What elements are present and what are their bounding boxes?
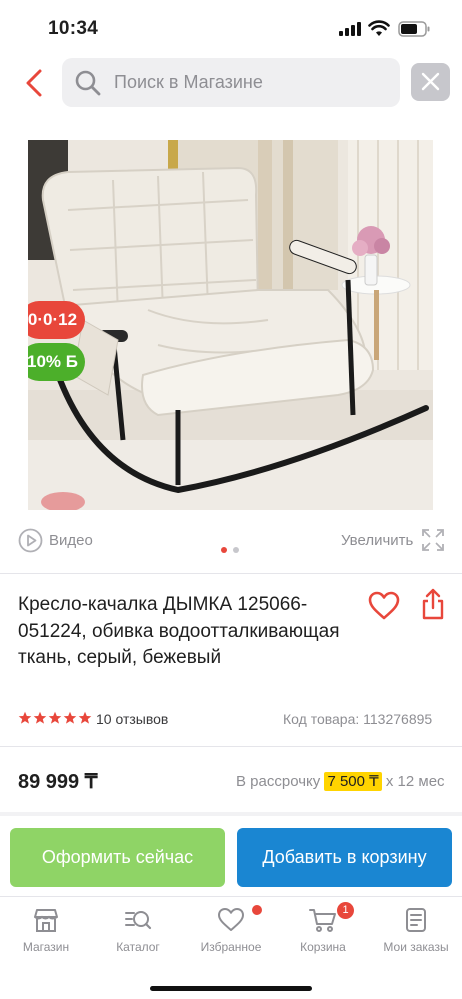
installment-info[interactable]: В рассрочку 7 500 ₸ х 12 мес bbox=[236, 772, 445, 791]
tab-orders-label: Мои заказы bbox=[383, 940, 449, 954]
search-placeholder: Поиск в Магазине bbox=[114, 72, 263, 92]
bottom-tab-bar: Магазин Каталог Избранное 1 Корзина Мои … bbox=[0, 896, 462, 999]
status-bar: 10:34 bbox=[0, 0, 462, 58]
tab-favorites[interactable]: Избранное bbox=[185, 897, 277, 967]
video-label[interactable]: Видео bbox=[49, 532, 93, 549]
tab-shop[interactable]: Магазин bbox=[0, 897, 92, 967]
orders-icon bbox=[406, 908, 426, 932]
close-search-button[interactable] bbox=[411, 63, 450, 101]
status-time: 10:34 bbox=[48, 18, 99, 39]
back-arrow-icon[interactable] bbox=[22, 68, 48, 98]
search-icon bbox=[75, 70, 101, 96]
cart-icon bbox=[309, 909, 336, 932]
battery-icon bbox=[398, 21, 430, 37]
rocking-chair-illustration bbox=[28, 140, 433, 510]
catalog-search-icon bbox=[125, 911, 152, 930]
tab-catalog[interactable]: Каталог bbox=[92, 897, 184, 967]
close-icon bbox=[421, 72, 440, 91]
tab-cart[interactable]: 1 Корзина bbox=[277, 897, 369, 967]
section-divider bbox=[0, 812, 462, 816]
cashback-badge: 10% Б bbox=[28, 343, 85, 381]
tab-cart-label: Корзина bbox=[300, 940, 346, 954]
star-icon bbox=[18, 711, 32, 724]
tab-shop-label: Магазин bbox=[22, 940, 70, 954]
zoom-label[interactable]: Увеличить bbox=[341, 532, 413, 549]
favorites-dot bbox=[252, 905, 262, 915]
installment-amount: 7 500 ₸ bbox=[324, 772, 382, 791]
add-to-cart-button[interactable]: Добавить в корзину bbox=[237, 828, 452, 887]
star-icon bbox=[63, 711, 77, 724]
carousel-dot-active bbox=[221, 547, 227, 553]
section-divider bbox=[0, 746, 462, 747]
installment-prefix: В рассрочку bbox=[236, 773, 321, 790]
product-price: 89 999 ₸ bbox=[18, 771, 98, 793]
play-video-icon[interactable] bbox=[18, 528, 43, 553]
tab-favorites-label: Избранное bbox=[200, 940, 262, 954]
share-icon[interactable] bbox=[421, 588, 445, 620]
installment-suffix: х 12 мес bbox=[385, 773, 445, 790]
tab-catalog-label: Каталог bbox=[116, 940, 160, 954]
star-icon bbox=[33, 711, 47, 724]
timer-badge: 0·0·12 bbox=[28, 301, 85, 339]
wifi-icon bbox=[368, 20, 390, 36]
signal-icon bbox=[339, 22, 361, 36]
expand-icon[interactable] bbox=[421, 528, 445, 552]
product-sku: Код товара: 113276895 bbox=[283, 711, 433, 727]
buy-now-button[interactable]: Оформить сейчас bbox=[10, 828, 225, 887]
search-input[interactable]: Поиск в Магазине bbox=[62, 58, 400, 107]
shop-icon bbox=[34, 909, 58, 932]
tab-orders[interactable]: Мои заказы bbox=[370, 897, 462, 967]
cart-count-badge: 1 bbox=[337, 902, 354, 919]
favorite-heart-icon[interactable] bbox=[368, 591, 400, 620]
star-icon bbox=[48, 711, 62, 724]
section-divider bbox=[0, 573, 462, 574]
product-title: Кресло-качалка ДЫМКА 125066-051224, обив… bbox=[18, 594, 340, 668]
product-image[interactable]: 0·0·12 10% Б bbox=[28, 140, 433, 510]
carousel-dot bbox=[233, 547, 239, 553]
home-indicator bbox=[150, 986, 312, 991]
reviews-link[interactable]: 10 отзывов bbox=[96, 711, 168, 727]
star-icon bbox=[78, 711, 92, 724]
carousel-dots bbox=[221, 547, 241, 553]
rating-stars bbox=[18, 711, 92, 727]
heart-icon bbox=[218, 908, 244, 931]
